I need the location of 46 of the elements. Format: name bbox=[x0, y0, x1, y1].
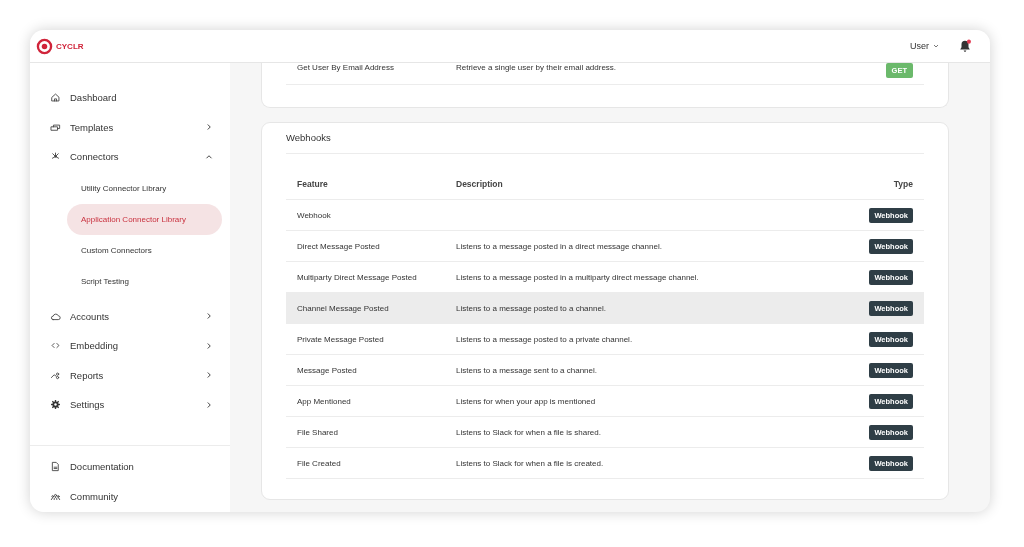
submenu-item[interactable]: Script Testing bbox=[67, 265, 222, 297]
gear-icon bbox=[50, 399, 61, 411]
nav-item[interactable]: Reports bbox=[30, 360, 230, 390]
logo-icon bbox=[36, 37, 53, 55]
description-cell-text: Retrieve a single user by their email address. bbox=[456, 63, 618, 72]
feature-cell-text: Webhook bbox=[297, 210, 332, 220]
document-icon bbox=[50, 461, 61, 473]
feature-cell-text: Private Message Posted bbox=[297, 334, 385, 344]
description-cell-text: Listens to Slack for when a file is created. bbox=[456, 458, 605, 468]
feature-cell-text: App Mentioned bbox=[297, 396, 352, 406]
description-cell-text: Listens to Slack for when a file is shared. bbox=[456, 427, 602, 437]
nav-item[interactable]: Connectors bbox=[30, 142, 230, 172]
submenu-item[interactable]: Custom Connectors bbox=[67, 234, 222, 266]
caret-icon bbox=[932, 42, 940, 50]
feature-cell-text: Message Posted bbox=[297, 365, 358, 375]
nav-item[interactable]: Documentation bbox=[30, 452, 230, 482]
description-cell-text: Listens to a message sent to a channel. bbox=[456, 365, 598, 375]
logo-text: CYCLR bbox=[56, 41, 84, 51]
feature-cell-text: Channel Message Posted bbox=[297, 303, 390, 313]
feature-cell-text: File Created bbox=[297, 458, 342, 468]
feature-cell-text: Get User By Email Address bbox=[297, 63, 395, 72]
nav-item[interactable]: Embedding bbox=[30, 331, 230, 361]
feature-cell-text: Multiparty Direct Message Posted bbox=[297, 272, 418, 282]
description-cell-text: Listens to a message posted in a direct message channel. bbox=[456, 241, 663, 251]
card-title: Webhooks bbox=[286, 123, 924, 154]
nav-item[interactable]: Settings bbox=[30, 390, 230, 420]
nav-item[interactable]: Dashboard bbox=[30, 83, 230, 113]
user-menu[interactable]: User bbox=[910, 41, 940, 51]
nav-item[interactable]: Templates bbox=[30, 112, 230, 142]
feature-cell-text: File Shared bbox=[297, 427, 339, 437]
nav-item[interactable]: Community bbox=[30, 481, 230, 511]
description-cell-text: Listens to a message posted to a channel. bbox=[456, 303, 607, 313]
feature-cell-text: Direct Message Posted bbox=[297, 241, 381, 251]
submenu-item[interactable]: Application Connector Library bbox=[67, 203, 222, 235]
description-cell-text: Listens to a message posted in a multiparty direct message channel. bbox=[456, 272, 700, 282]
column-header: Feature bbox=[297, 179, 329, 189]
column-header: Description bbox=[456, 179, 504, 189]
column-header: Type bbox=[893, 179, 913, 189]
submenu-item[interactable]: Utility Connector Library bbox=[67, 172, 222, 204]
description-cell-text: Listens to a message posted to a private channel. bbox=[456, 334, 634, 344]
description-cell-text: Listens for when your app is mentioned bbox=[456, 396, 597, 406]
nav-item[interactable]: Accounts bbox=[30, 301, 230, 331]
cards-icon bbox=[50, 121, 61, 133]
house-icon bbox=[50, 92, 61, 104]
graph-icon bbox=[50, 369, 61, 381]
bell-icon[interactable] bbox=[958, 39, 972, 53]
